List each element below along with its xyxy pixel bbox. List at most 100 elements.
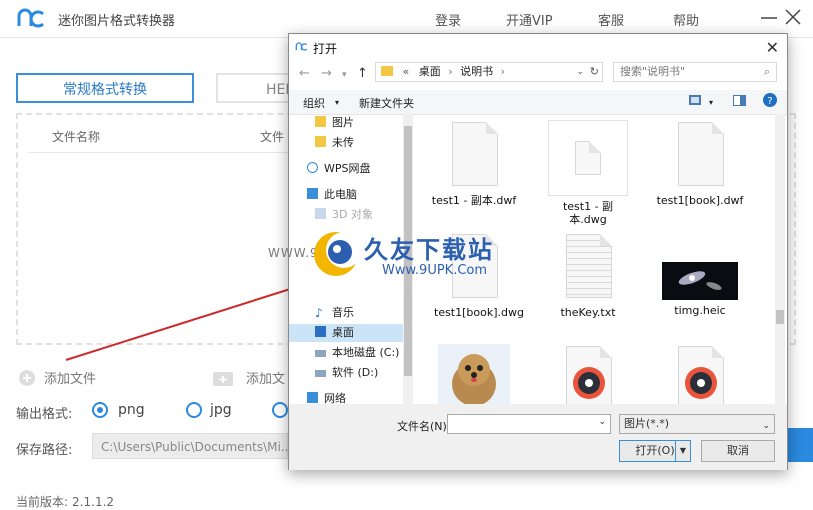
network-icon <box>307 392 318 403</box>
desktop-icon <box>315 326 326 337</box>
open-button[interactable]: 打开(O) ▼ <box>619 440 691 462</box>
cloud-icon <box>307 162 318 173</box>
cancel-button[interactable]: 取消 <box>701 440 775 462</box>
document-icon <box>678 122 724 186</box>
sidebar-item-label: 音乐 <box>332 306 354 319</box>
dialog-footer: 文件名(N): ⌄ 图片(*.*) ⌄ 打开(O) ▼ 取消 <box>289 404 787 470</box>
address-bar[interactable]: « 桌面 › 说明书 › ⌄ ↻ <box>375 62 603 82</box>
organize-dropdown-icon[interactable]: ▾ <box>335 98 339 107</box>
file-name: test1 - 副本.dwg <box>562 200 614 226</box>
convert-button[interactable] <box>788 428 813 462</box>
breadcrumb-manual[interactable]: 说明书 <box>460 65 493 78</box>
close-icon[interactable] <box>782 6 804 28</box>
media-file-icon <box>558 344 618 404</box>
sidebar-item-label: 图片 <box>332 116 354 129</box>
drive-icon <box>315 370 326 377</box>
back-arrow-icon[interactable]: ← <box>299 66 310 81</box>
file-item[interactable] <box>533 344 643 404</box>
dialog-app-icon <box>295 41 308 52</box>
sidebar-item-uncaught[interactable]: 未传 <box>315 134 354 152</box>
file-list-scrollbar[interactable] <box>775 114 785 404</box>
radio-png[interactable] <box>92 402 108 418</box>
vip-link[interactable]: 开通VIP <box>506 10 553 29</box>
app-logo <box>16 6 46 30</box>
login-link[interactable]: 登录 <box>435 10 461 29</box>
new-folder-button[interactable]: 新建文件夹 <box>359 95 414 111</box>
dialog-close-icon[interactable]: ✕ <box>766 38 779 57</box>
refresh-icon[interactable]: ↻ <box>590 63 599 81</box>
minimize-icon[interactable] <box>758 6 780 28</box>
preview-pane-icon[interactable] <box>733 95 746 109</box>
help-icon[interactable]: ? <box>763 93 777 110</box>
address-dropdown-icon[interactable]: ⌄ <box>576 63 584 81</box>
file-item[interactable]: theKey.txt <box>533 232 643 319</box>
save-path-label: 保存路径: <box>16 443 73 458</box>
tab-regular-convert[interactable]: 常规格式转换 <box>16 73 194 103</box>
file-item[interactable]: test1 - 副本.dwg <box>533 120 643 226</box>
save-path-field[interactable]: C:\Users\Public\Documents\Mi... <box>92 433 288 459</box>
sidebar-item-label: 3D 对象 <box>332 208 373 221</box>
sidebar-item-pictures[interactable]: 图片 <box>315 114 354 132</box>
watermark-url: Www.9UPK.Com <box>382 263 488 278</box>
search-input[interactable]: 搜索"说明书" ⌕ <box>613 62 777 82</box>
recent-chevron-icon[interactable]: ▾ <box>342 70 347 80</box>
filetype-select[interactable]: 图片(*.*) ⌄ <box>619 414 775 434</box>
sidebar-item-this-pc[interactable]: 此电脑 <box>307 186 357 204</box>
up-arrow-icon[interactable]: ↑ <box>357 66 368 81</box>
image-thumbnail <box>662 262 738 300</box>
add-folder-button[interactable]: 添加文 <box>212 368 285 387</box>
radio-jpg-label: jpg <box>210 402 232 418</box>
column-file-size: 文件 <box>260 130 285 144</box>
dialog-toolbar: 组织 ▾ 新建文件夹 ▾ ? <box>289 90 787 115</box>
forward-arrow-icon[interactable]: → <box>321 66 332 81</box>
add-folder-label: 添加文 <box>246 372 286 387</box>
version-info: 当前版本: 2.1.1.2 <box>16 493 114 510</box>
search-icon: ⌕ <box>763 65 770 78</box>
sidebar-item-label: 本地磁盘 (C:) <box>332 346 400 359</box>
breadcrumb-separator-icon: › <box>500 65 506 78</box>
file-item[interactable] <box>645 344 755 404</box>
sidebar-item-wps-cloud[interactable]: WPS网盘 <box>307 160 371 178</box>
sidebar-item-label: 网络 <box>324 392 346 404</box>
folder-icon <box>315 116 326 127</box>
open-dropdown-icon[interactable]: ▼ <box>675 441 690 461</box>
chevron-down-icon[interactable]: ⌄ <box>598 417 606 427</box>
file-item[interactable]: test1[book].dwf <box>645 120 755 207</box>
image-thumbnail <box>438 344 510 404</box>
filename-input[interactable]: ⌄ <box>447 414 611 434</box>
file-item[interactable] <box>419 344 529 404</box>
sidebar-item-music[interactable]: ♪ 音乐 <box>315 304 354 322</box>
filename-label: 文件名(N): <box>397 420 451 433</box>
service-link[interactable]: 客服 <box>598 10 624 29</box>
view-dropdown-icon[interactable]: ▾ <box>709 98 713 107</box>
organize-button[interactable]: 组织 <box>303 95 325 111</box>
breadcrumb-desktop[interactable]: 桌面 <box>419 65 441 78</box>
version-number: 2.1.1.2 <box>72 495 115 509</box>
document-icon <box>452 122 498 186</box>
add-file-button[interactable]: 添加文件 <box>18 368 96 387</box>
radio-more[interactable] <box>272 402 288 418</box>
sidebar-item-3d-objects[interactable]: 3D 对象 <box>315 206 373 224</box>
radio-jpg[interactable] <box>186 402 202 418</box>
file-list-scroll-thumb[interactable] <box>776 310 784 324</box>
file-name: timg.heic <box>674 304 726 317</box>
watermark-title: 久友下载站 <box>364 236 494 264</box>
help-link[interactable]: 帮助 <box>673 10 699 29</box>
text-file-icon <box>566 234 612 298</box>
breadcrumb-separator-icon: › <box>448 65 453 78</box>
breadcrumb-overflow[interactable]: « <box>403 65 410 78</box>
file-item[interactable]: timg.heic <box>645 232 755 317</box>
output-format-label: 输出格式: <box>16 407 73 422</box>
sidebar-item-drive-d[interactable]: 软件 (D:) <box>315 364 378 382</box>
sidebar-item-desktop[interactable]: 桌面 <box>315 324 354 342</box>
sidebar-item-drive-c[interactable]: 本地磁盘 (C:) <box>315 344 399 362</box>
dialog-title: 打开 <box>313 42 338 56</box>
folder-add-icon <box>213 372 233 386</box>
file-name: test1 - 副本.dwf <box>431 194 517 207</box>
chevron-down-icon: ⌄ <box>762 421 770 431</box>
sidebar-item-network[interactable]: 网络 <box>307 390 346 404</box>
radio-png-label: png <box>118 402 145 418</box>
view-icon[interactable] <box>689 95 701 108</box>
file-item[interactable]: test1 - 副本.dwf <box>419 120 529 207</box>
plus-circle-icon <box>19 370 35 386</box>
